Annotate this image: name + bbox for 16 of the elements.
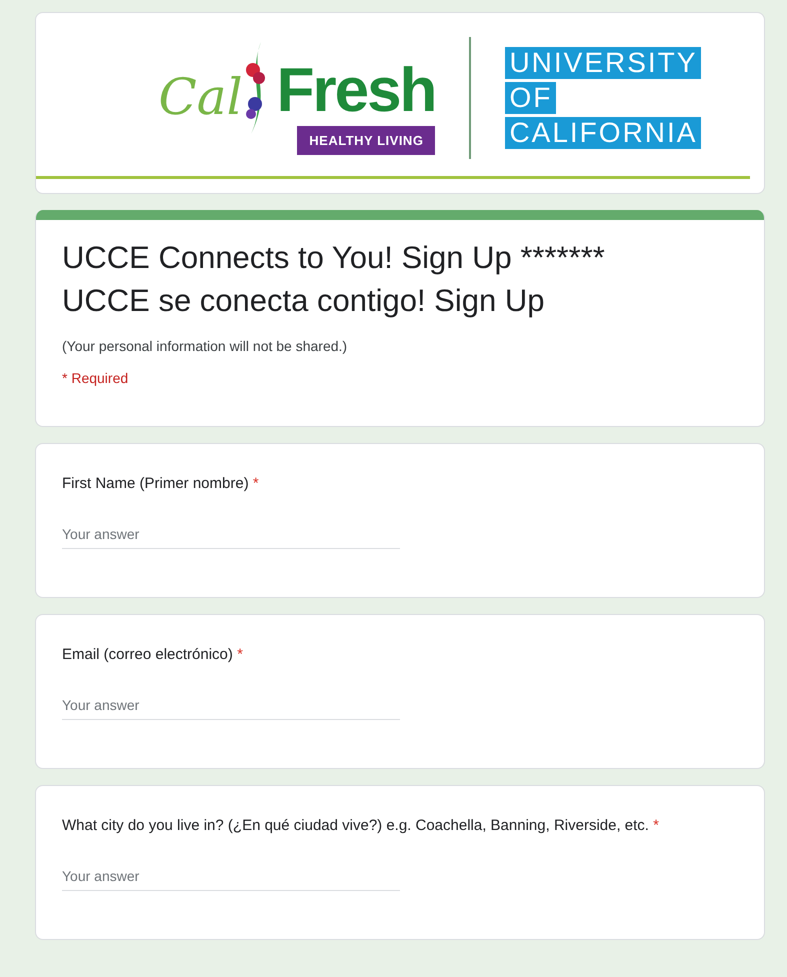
university-logo-text: CALIFORNIA: [505, 116, 702, 148]
form-title: UCCE Connects to You! Sign Up *******: [62, 239, 606, 277]
question-label: What city do you live in? (¿En qué ciudad vive?) e.g. Coachella, Banning, Riverside, etc. *: [62, 816, 660, 836]
answer-field[interactable]: Your answer: [62, 864, 400, 891]
answer-field[interactable]: Your answer: [62, 693, 400, 720]
form-description: (Your personal information will not be shared.): [62, 338, 348, 354]
university-logo-text: UNIVERSITY: [505, 46, 702, 78]
logo-wordmark: Fresh: [276, 60, 436, 122]
logo-script-text: Cal: [158, 72, 243, 122]
university-logo-text: OF: [505, 82, 556, 114]
form-title: UCCE se conecta contigo! Sign Up: [62, 282, 546, 320]
logo-tagline: HEALTHY LIVING: [297, 126, 436, 155]
answer-field[interactable]: Your answer: [62, 522, 400, 549]
question-label: Email (correo electrónico) *: [62, 645, 244, 665]
question-label: First Name (Primer nombre) *: [62, 474, 260, 494]
required-note: * Required: [62, 370, 130, 386]
